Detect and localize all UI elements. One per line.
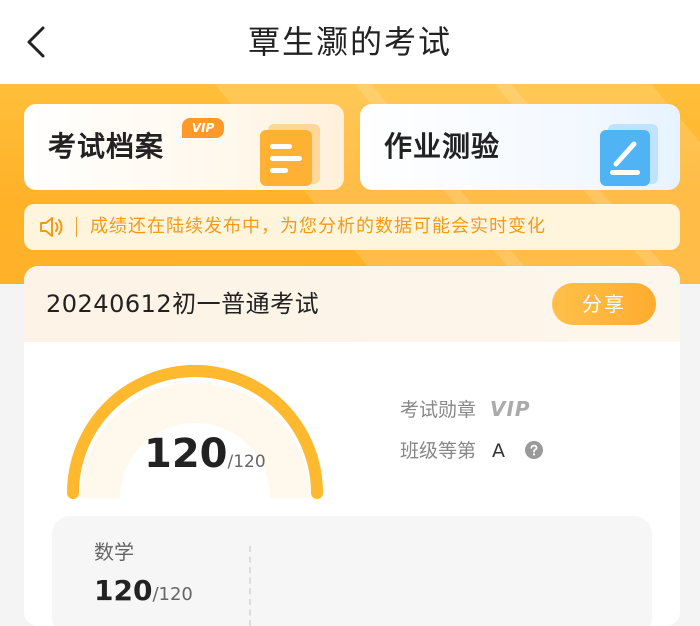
subject-score: 120/120 bbox=[94, 574, 193, 607]
score-value: 120 bbox=[144, 431, 228, 477]
subject-name: 数学 bbox=[94, 540, 134, 564]
class-rank-value: A bbox=[492, 440, 506, 462]
homework-label: 作业测验 bbox=[384, 130, 501, 163]
class-rank-label: 班级等第 bbox=[400, 440, 477, 462]
vip-logo: VIP bbox=[490, 397, 531, 421]
vip-badge: VIP bbox=[182, 118, 224, 138]
exam-archive-card[interactable]: 考试档案 VIP bbox=[24, 104, 344, 190]
notice-text: 成绩还在陆续发布中，为您分析的数据可能会实时变化 bbox=[90, 216, 546, 237]
pencil-icon bbox=[600, 124, 658, 186]
app-header: 覃生灏的考试 bbox=[0, 0, 700, 84]
exam-card-header: 20240612初一普通考试 分享 bbox=[24, 266, 680, 342]
subject-score-panel: 数学 120/120 bbox=[52, 516, 652, 626]
exam-archive-label: 考试档案 bbox=[48, 130, 165, 163]
exam-badge-label: 考试勋章 bbox=[400, 399, 477, 421]
question-circle-icon[interactable] bbox=[525, 441, 544, 459]
subject-divider bbox=[249, 546, 251, 626]
notice-divider bbox=[76, 217, 77, 237]
exam-name: 20240612初一普通考试 bbox=[46, 290, 320, 318]
page-title: 覃生灏的考试 bbox=[247, 23, 452, 61]
speaker-icon bbox=[40, 217, 63, 237]
notice-bar: 成绩还在陆续发布中，为您分析的数据可能会实时变化 bbox=[24, 204, 680, 250]
homework-card[interactable]: 作业测验 bbox=[360, 104, 680, 190]
total-score: 120/120 bbox=[144, 431, 266, 477]
subject-score-value: 120 bbox=[94, 574, 153, 607]
share-button[interactable]: 分享 bbox=[552, 283, 656, 325]
exam-badge-row: 考试勋章 VIP bbox=[400, 394, 531, 424]
exam-card: 20240612初一普通考试 分享 120/120 考试勋章 VIP 班级等第 A … bbox=[24, 266, 680, 626]
class-rank-row: 班级等第 A bbox=[400, 436, 544, 466]
score-total: /120 bbox=[227, 452, 266, 472]
document-icon bbox=[260, 124, 320, 186]
subject-score-total: /120 bbox=[152, 584, 193, 605]
